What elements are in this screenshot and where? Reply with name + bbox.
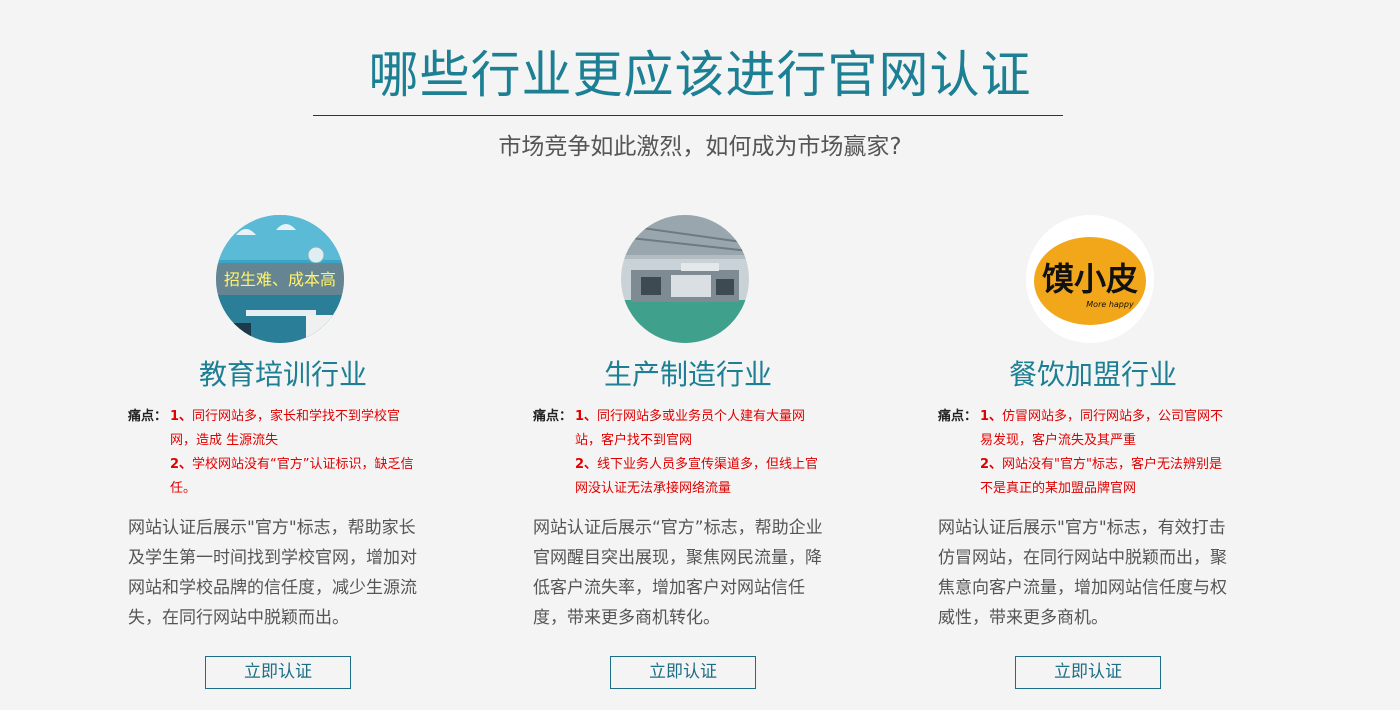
pain-number: 1、	[980, 409, 1003, 424]
card-description: 网站认证后展示"官方"标志，帮助家长及学生第一时间找到学校官网，增加对网站和学校…	[128, 518, 417, 628]
page-subtitle: 市场竞争如此激烈，如何成为市场赢家?	[498, 134, 902, 160]
pain-item: 2、线下业务人员多宣传渠道多，但线上官网没认证无法承接网络流量	[575, 453, 825, 501]
card-description: 网站认证后展示“官方”标志，帮助企业官网醒目突出展现，聚焦网民流量，降低客户流失…	[533, 518, 823, 628]
pain-item: 1、同行网站多或业务员个人建有大量网站，客户找不到官网	[575, 405, 825, 453]
pain-text: 同行网站多或业务员个人建有大量网站，客户找不到官网	[575, 409, 806, 448]
title-divider	[313, 115, 1063, 116]
brand-logo: 馍小皮 More happy	[1026, 215, 1154, 343]
card-title: 教育培训行业	[198, 358, 367, 391]
pain-text: 同行网站多，家长和学找不到学校官网，造成 生源流失	[170, 409, 401, 448]
education-image-text: 招生难、成本高	[224, 270, 336, 289]
pain-item: 1、同行网站多，家长和学找不到学校官网，造成 生源流失	[170, 405, 420, 453]
pain-number: 1、	[575, 409, 598, 424]
pain-text: 线下业务人员多宣传渠道多，但线上官网没认证无法承接网络流量	[575, 457, 819, 496]
pain-number: 1、	[170, 409, 193, 424]
pain-number: 2、	[575, 457, 598, 472]
manufacturing-image	[621, 215, 749, 343]
certify-button[interactable]: 立即认证	[205, 656, 351, 689]
pain-number: 2、	[170, 457, 193, 472]
pain-text: 仿冒网站多，同行网站多，公司官网不易发现，客户流失及其严重	[980, 409, 1224, 448]
pain-label: 痛点：	[938, 409, 978, 424]
pain-item: 2、网站没有"官方"标志，客户无法辨别是不是真正的某加盟品牌官网	[980, 453, 1230, 501]
pain-label: 痛点：	[128, 409, 168, 424]
logo-text: 馍小皮	[1042, 260, 1138, 298]
pain-text: 学校网站没有“官方”认证标识，缺乏信任。	[170, 457, 414, 496]
pain-item: 1、仿冒网站多，同行网站多，公司官网不易发现，客户流失及其严重	[980, 405, 1230, 453]
card-description: 网站认证后展示"官方"标志，有效打击仿冒网站，在同行网站中脱颖而出，聚焦意向客户…	[938, 518, 1227, 628]
logo-subtext: More happy	[1086, 300, 1134, 309]
certify-button[interactable]: 立即认证	[1015, 656, 1161, 689]
card-title: 餐饮加盟行业	[1008, 358, 1177, 391]
certify-button[interactable]: 立即认证	[610, 656, 756, 689]
pain-text: 网站没有"官方"标志，客户无法辨别是不是真正的某加盟品牌官网	[980, 457, 1223, 496]
pain-number: 2、	[980, 457, 1003, 472]
page-title: 哪些行业更应该进行官网认证	[368, 46, 1032, 104]
pain-item: 2、学校网站没有“官方”认证标识，缺乏信任。	[170, 453, 420, 501]
pain-label: 痛点：	[533, 409, 573, 424]
card-title: 生产制造行业	[603, 358, 772, 391]
education-image: 招生难、成本高	[216, 215, 344, 343]
